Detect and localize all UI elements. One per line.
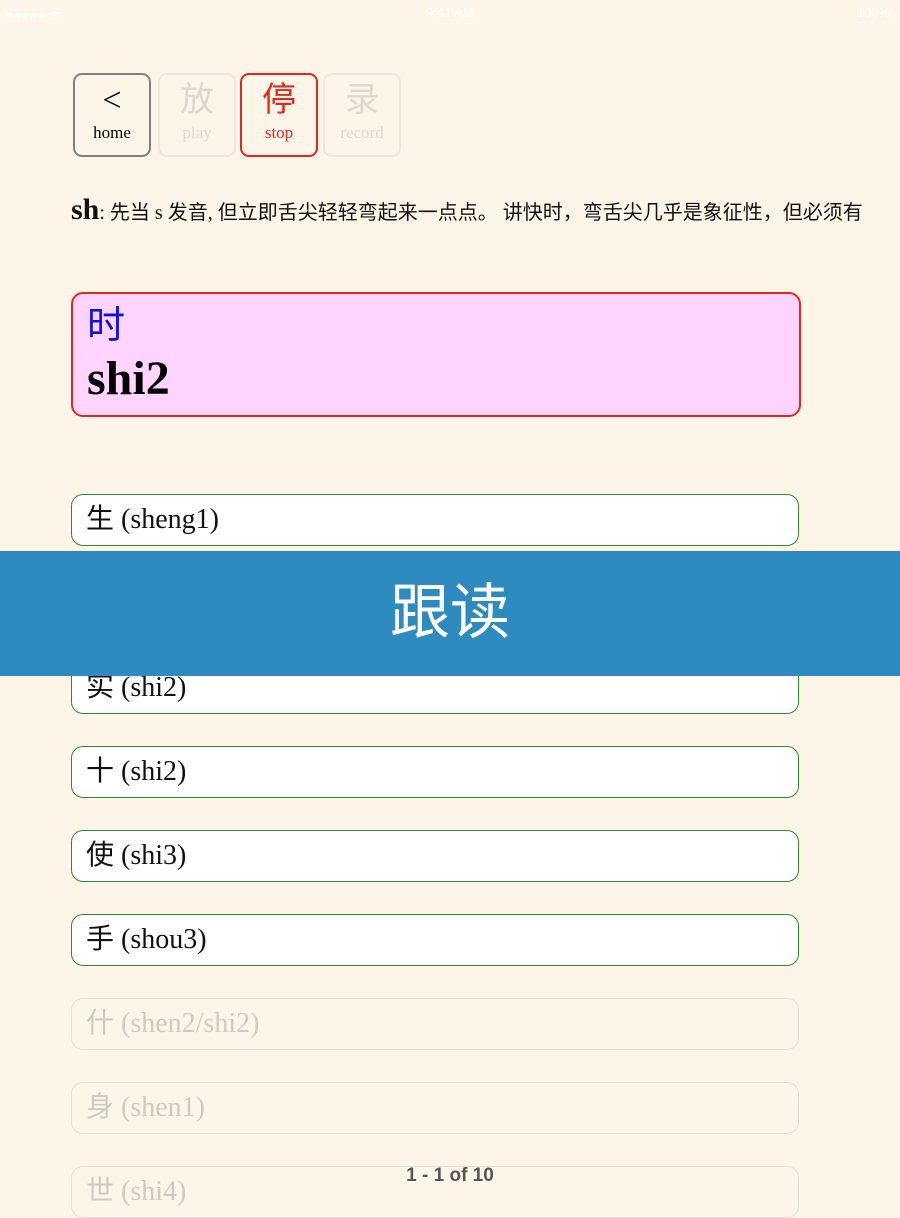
record-label: record [340, 123, 384, 142]
current-word-card: 时 shi2 [71, 292, 801, 417]
back-icon: < [102, 82, 122, 119]
stop-label: stop [264, 123, 294, 142]
page-indicator: 1 - 1 of 10 [406, 1165, 494, 1186]
current-pinyin: shi2 [87, 352, 170, 405]
pronunciation-description: sh: 先当 s 发音, 但立即舌尖轻轻弯起来一点点。 讲快时，弯舌尖几乎是象征… [71, 190, 871, 233]
description-text: : 先当 s 发音, 但立即舌尖轻轻弯起来一点点。 讲快时，弯舌尖几乎是象征性，… [99, 202, 863, 224]
word-row[interactable]: 身 (shen1) [71, 1082, 799, 1134]
current-hanzi: 时 [87, 305, 126, 347]
play-label: play [182, 123, 212, 142]
follow-read-banner: 跟读 [0, 551, 900, 676]
word-row[interactable]: 手 (shou3) [71, 914, 799, 966]
play-glyph: 放 [180, 82, 214, 119]
home-label: home [93, 123, 131, 142]
word-row[interactable]: 什 (shen2/shi2) [71, 998, 799, 1050]
status-bar: ●●●●● ᯤ 9:41 AM 100% [0, 0, 900, 24]
stop-button[interactable]: 停 stop [240, 73, 318, 157]
stop-glyph: 停 [262, 82, 296, 119]
word-row[interactable]: 十 (shi2) [71, 746, 799, 798]
word-row[interactable]: 生 (sheng1) [71, 494, 799, 546]
clock: 9:41 AM [426, 5, 474, 20]
play-button[interactable]: 放 play [158, 73, 236, 157]
home-button[interactable]: < home [73, 73, 151, 157]
sound-label: sh [71, 193, 100, 226]
record-button[interactable]: 录 record [323, 73, 401, 157]
battery-indicator: 100% [856, 5, 890, 20]
word-row[interactable]: 使 (shi3) [71, 830, 799, 882]
record-glyph: 录 [345, 82, 379, 119]
